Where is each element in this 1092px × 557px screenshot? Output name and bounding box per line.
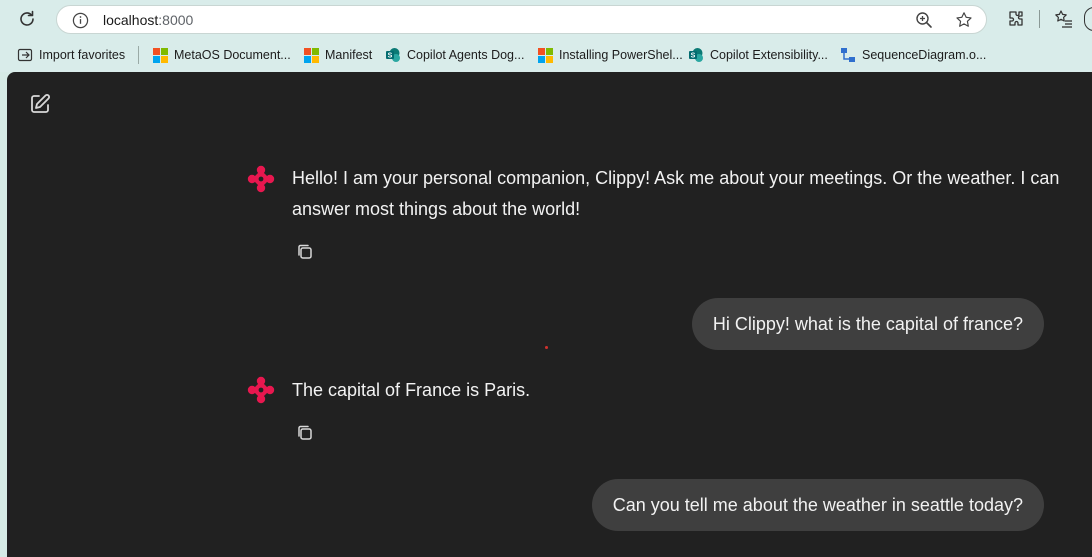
bookmark-import-favorites[interactable]: Import favorites <box>17 45 125 65</box>
bookmark-manifest[interactable]: Manifest <box>303 45 372 65</box>
bookmark-label: Manifest <box>325 48 373 62</box>
site-info-icon[interactable] <box>71 11 89 29</box>
bookmark-sequence-diagram[interactable]: SequenceDiagram.o... <box>840 45 986 65</box>
sequence-diagram-icon <box>840 47 856 63</box>
user-message: Can you tell me about the weather in sea… <box>591 479 1044 531</box>
svg-text:S: S <box>691 53 696 60</box>
bookmark-label: MetaOS Document... <box>174 48 291 62</box>
bookmark-label: Copilot Extensibility... <box>710 48 828 62</box>
toolbar-divider <box>1039 10 1040 28</box>
bookmark-label: Installing PowerShel... <box>559 48 683 62</box>
bookmark-installing-powershell[interactable]: Installing PowerShel... <box>537 45 683 65</box>
bookmark-copilot-agents[interactable]: S Copilot Agents Dog... <box>385 45 524 65</box>
new-chat-icon[interactable] <box>27 91 53 117</box>
extensions-icon[interactable] <box>1005 8 1027 30</box>
clippy-avatar-icon <box>247 165 275 193</box>
import-favorites-icon <box>17 47 33 63</box>
browser-toolbar: localhost:8000 <box>0 0 1092 38</box>
url-text[interactable]: localhost:8000 <box>103 12 193 28</box>
copy-icon[interactable] <box>294 422 316 444</box>
zoom-icon[interactable] <box>914 10 934 30</box>
svg-text:S: S <box>388 53 393 60</box>
sharepoint-icon: S <box>385 47 401 63</box>
bookmark-label: Copilot Agents Dog... <box>407 48 525 62</box>
assistant-message: Hello! I am your personal companion, Cli… <box>292 168 1060 219</box>
copy-icon[interactable] <box>294 241 316 263</box>
stray-pixel <box>545 346 548 349</box>
bookmark-label: SequenceDiagram.o... <box>862 48 987 62</box>
favorite-star-icon[interactable] <box>954 10 974 30</box>
bookmark-label: Import favorites <box>39 48 126 62</box>
url-host: localhost <box>103 12 159 28</box>
bookmarks-bar: Import favorites MetaOS Document... Mani… <box>0 38 1092 72</box>
assistant-message: The capital of France is Paris. <box>292 380 531 400</box>
clippy-avatar-icon <box>247 376 275 404</box>
profile-button[interactable] <box>1084 7 1092 31</box>
chat-app: Hello! I am your personal companion, Cli… <box>7 72 1092 557</box>
bookmark-copilot-extensibility[interactable]: S Copilot Extensibility... <box>688 45 828 65</box>
bookmark-metaos-document[interactable]: MetaOS Document... <box>152 45 291 65</box>
microsoft-logo-icon <box>537 47 553 63</box>
favorites-list-icon[interactable] <box>1053 8 1075 30</box>
reload-icon[interactable] <box>15 7 39 31</box>
bookmark-divider <box>138 46 139 64</box>
sharepoint-icon: S <box>688 47 704 63</box>
url-port: :8000 <box>158 12 194 28</box>
microsoft-logo-icon <box>152 47 168 63</box>
microsoft-logo-icon <box>303 47 319 63</box>
address-bar[interactable]: localhost:8000 <box>56 5 987 34</box>
user-message: Hi Clippy! what is the capital of france… <box>691 298 1044 350</box>
